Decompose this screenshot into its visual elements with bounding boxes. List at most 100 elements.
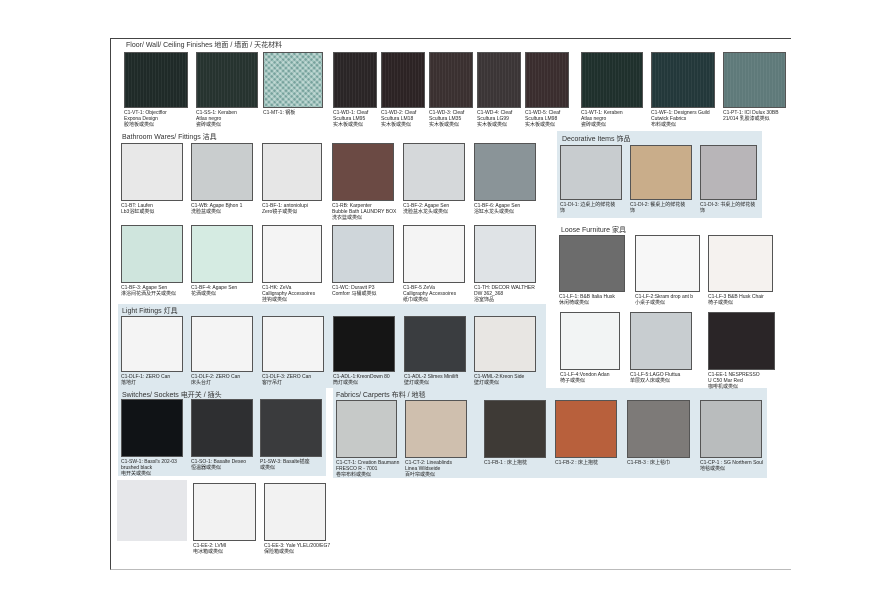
caption-line: 浴缸水龙头或类似	[474, 209, 515, 215]
material-caption: C1-BF-6: Agape Sen 浴缸水龙头或类似	[474, 203, 520, 215]
material-caption: C1-WT-1: Keraben Atlas negro 瓷砖或类似	[581, 110, 623, 128]
caption-line: 实木板或类似	[477, 122, 508, 128]
caption-line: 卷帘布料或类似	[336, 472, 372, 478]
material-swatch-3	[333, 52, 377, 108]
material-caption: C1-ADL-2 Slimes Minilift 壁灯或类似	[404, 374, 458, 386]
caption-line: 电开关或类似	[121, 471, 152, 477]
caption-line: 落地灯	[121, 380, 137, 386]
caption-line: 饰	[630, 208, 636, 214]
caption-line: 或类似	[260, 465, 276, 471]
caption-line: 实木板或类似	[525, 122, 556, 128]
material-swatch-5	[429, 52, 473, 108]
material-caption: C1-VT-1: Objectflor Expona Design 胶地板或类似	[124, 110, 167, 128]
caption-line: 浴室饰品	[474, 297, 495, 303]
caption-line: 洗脸盆水龙头或类似	[403, 209, 449, 215]
material-caption: C1-WD-2: Cleaf Scultura LM18 实木板或类似	[381, 110, 416, 128]
caption-line: 地毯或类似	[700, 466, 726, 472]
material-caption: C1-WD-5: Cleaf Scultura LM98 实木板或类似	[525, 110, 560, 128]
material-caption: C1-PT-1: ICI Dulux 30BB 21/014 乳胶漆或类似	[723, 110, 779, 122]
material-caption: C1-EE-1 NESPRESSO U C50 Mar Red 咖啡机或类似	[708, 372, 760, 390]
material-caption: C1-CP-1 : SG Northern Soul 地毯或类似	[700, 460, 763, 472]
material-swatch-25	[700, 145, 757, 200]
material-caption: C1-ADL-1:KreonDown 80 筒灯或类似	[333, 374, 390, 386]
caption-line: 客厅吊灯	[262, 380, 283, 386]
caption-line: 恒温器或类似	[191, 465, 222, 471]
material-swatch-30	[630, 312, 692, 370]
caption-line: 实木板或类似	[429, 122, 460, 128]
material-swatch-18	[191, 225, 253, 283]
caption-line: C1-FB-2 : 床上抱枕	[555, 460, 599, 466]
material-caption: C1-WML-2:Kreon Side 壁灯或类似	[474, 374, 524, 386]
caption-line: 饰	[560, 208, 566, 214]
section-title-fabrics: Fabrics/ Carperts 布料 / 地毯	[336, 392, 426, 399]
caption-line: 实木板或类似	[333, 122, 364, 128]
caption-line: C1-DI-3: 书桌上的鲜花装	[700, 202, 756, 208]
caption-line: 洗脸盆或类似	[191, 209, 222, 215]
material-swatch-2	[263, 52, 323, 108]
material-caption: C1-FB-2 : 床上抱枕	[555, 460, 598, 466]
material-swatch-13	[262, 143, 322, 201]
material-caption: C1-DI-1: 边桌上的鲜花装饰	[560, 202, 615, 214]
caption-line: 纸巾或类似	[403, 297, 429, 303]
material-swatch-17	[121, 225, 183, 283]
caption-line: 单层双人床或类似	[630, 378, 671, 384]
caption-line: 瓷砖或类似	[196, 122, 222, 128]
material-caption: C1-BF-2: Agape Sen 洗脸盆水龙头或类似	[403, 203, 449, 215]
material-swatch-28	[708, 235, 773, 292]
material-caption: C1-LF-4:Vondon Adan 椅子或类似	[560, 372, 609, 384]
material-caption: C1-LF-1: B&B Italia Husk 休闲椅或类似	[559, 294, 615, 306]
caption-line: 椅子或类似	[708, 300, 734, 306]
section-title-loose-furniture: Loose Furniture 家具	[561, 227, 626, 234]
material-swatch-24	[630, 145, 692, 200]
material-swatch-36	[404, 316, 466, 372]
material-swatch-45	[627, 400, 690, 458]
material-swatch-32	[121, 316, 183, 372]
material-swatch-1	[196, 52, 258, 108]
material-swatch-44	[555, 400, 617, 458]
material-caption: C1-TH: DECOR WALTHER DW 362_368 浴室饰品	[474, 285, 535, 303]
caption-line: 电冰箱或类似	[193, 549, 224, 555]
material-swatch-33	[191, 316, 253, 372]
material-caption: C1-MT-1: 钢板	[263, 110, 295, 116]
material-caption: C1-SW-1: Bassl's 202-03 brushed black 电开关或…	[121, 459, 177, 477]
material-swatch-46	[700, 400, 762, 458]
material-caption: C1-BF-4: Agape Sen 花洒或类似	[191, 285, 237, 297]
caption-line: 洗衣篮或类似	[332, 215, 363, 221]
material-swatch-37	[474, 316, 536, 372]
caption-line: 休闲椅或类似	[559, 300, 590, 306]
caption-line: 瓷砖或类似	[581, 122, 607, 128]
caption-line: 筒灯或类似	[333, 380, 359, 386]
caption-line: 床头台灯	[191, 380, 212, 386]
material-swatch-41	[336, 400, 397, 458]
material-caption: C1-BF-3: Agape Sen 淋浴间花洒及开关或类似	[121, 285, 176, 297]
caption-line: 咖啡机或类似	[708, 384, 739, 390]
material-swatch-6	[477, 52, 521, 108]
material-swatch-9	[651, 52, 715, 108]
material-swatch-47	[117, 480, 187, 541]
material-caption: C1-DLF-3: ZERO Can 客厅吊灯	[262, 374, 311, 386]
material-swatch-15	[403, 143, 465, 201]
caption-line: 百叶帘或类似	[405, 472, 436, 478]
caption-line: 椅子或类似	[560, 378, 586, 384]
material-swatch-49	[264, 483, 326, 541]
caption-line: 花洒或类似	[191, 291, 217, 297]
caption-line: 壁灯或类似	[474, 380, 500, 386]
material-swatch-29	[560, 312, 620, 370]
material-swatch-43	[484, 400, 546, 458]
material-swatch-20	[332, 225, 394, 283]
material-swatch-22	[474, 225, 536, 283]
caption-line: C1-DI-1: 边桌上的鲜花装	[560, 202, 616, 208]
material-caption: C1-WD-3: Cleaf Scultura LM35 实木板或类似	[429, 110, 464, 128]
material-swatch-4	[381, 52, 425, 108]
material-caption: C1-EE-2: LVMI 电冰箱或类似	[193, 543, 226, 555]
material-caption: C1-WC: Duravit P3 Comforr 马桶或类似	[332, 285, 376, 297]
material-caption: C1-WD-4: Cleaf Scultura LG99 实木板或类似	[477, 110, 512, 128]
material-swatch-39	[191, 399, 253, 457]
material-caption: C1-FB-3 : 床上毯巾	[627, 460, 670, 466]
caption-line: Lb3浴缸或类似	[121, 209, 155, 215]
material-caption: C1-LF-5:LAGO Fluttua 单层双人床或类似	[630, 372, 680, 384]
caption-line: C1-FB-1 : 床上抱枕	[484, 460, 528, 466]
material-caption: C1-WF-1: Designers Guild Cutwick Fabrics 布…	[651, 110, 710, 128]
material-swatch-42	[405, 400, 467, 458]
material-swatch-16	[474, 143, 536, 201]
